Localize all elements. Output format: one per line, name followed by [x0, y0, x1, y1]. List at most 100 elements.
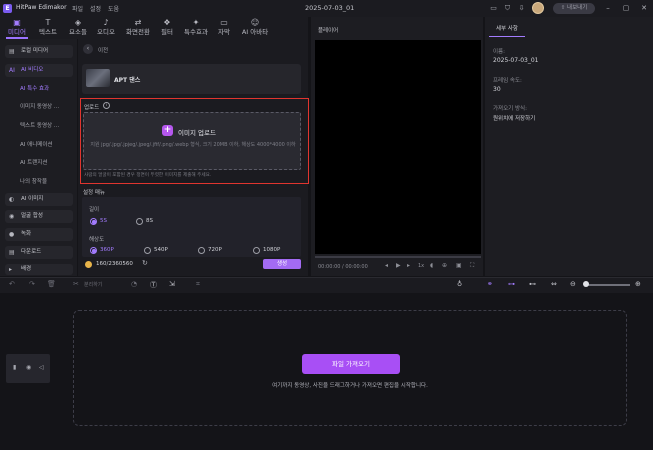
settings-title: 설정 매뉴 — [83, 190, 105, 196]
record-icon: ● — [9, 231, 15, 238]
import-files-button[interactable]: 파일 가져오기 — [302, 354, 400, 374]
sidebar-item-ai-image[interactable]: ◐ AI 이미지 — [5, 193, 73, 206]
resolution-radio-720p[interactable] — [198, 247, 205, 254]
lock-icon[interactable]: ▮ — [13, 364, 16, 371]
media-icon: ▣ — [13, 18, 21, 27]
zoom-in-icon[interactable]: ⊕ — [635, 280, 641, 288]
crop-icon[interactable]: ⌗ — [196, 280, 200, 289]
detail-label-framerate: 프레임 속도: — [493, 78, 522, 84]
close-icon[interactable]: ✕ — [639, 3, 649, 14]
download-icon[interactable]: ⇩ — [516, 3, 527, 14]
sidebar-item-local-media[interactable]: ▤ 로컬 미디어 — [5, 45, 73, 58]
tab-transition[interactable]: ⇄ 화면전환 — [122, 17, 154, 39]
minimize-icon[interactable]: – — [603, 3, 613, 14]
detail-value-name: 2025-07-03_01 — [493, 57, 539, 64]
expand-arrow-icon: ▸ — [9, 266, 13, 273]
fullscreen-icon[interactable]: ⛶ — [470, 262, 474, 270]
sidebar-item-label: 로컬 미디어 — [21, 48, 49, 54]
zoom-out-icon[interactable]: ⊖ — [570, 280, 576, 288]
sidebar-subitem-ai-effects[interactable]: AI 특수 효과 — [20, 84, 49, 92]
prev-frame-icon[interactable]: ◂ — [385, 262, 388, 269]
info-icon[interactable]: i — [103, 102, 110, 109]
menu-help[interactable]: 도움 — [108, 4, 119, 13]
redo-icon[interactable]: ↷ — [29, 280, 35, 288]
tab-filter[interactable]: ❖ 필터 — [157, 17, 177, 39]
sidebar-item-background[interactable]: ▸ 배경 — [5, 264, 73, 275]
mute-icon[interactable]: ◁ — [39, 364, 44, 371]
tab-subtitle[interactable]: ▭ 자막 — [214, 17, 234, 39]
length-radio-5s[interactable] — [90, 218, 97, 225]
tab-media[interactable]: ▣ 미디어 — [4, 17, 30, 39]
tab-audio[interactable]: ♪ 오디오 — [94, 17, 118, 39]
mask-icon[interactable]: ◔ — [131, 280, 137, 288]
upload-face-note: 사람의 얼굴이 포함된 경우 정면이 뚜렷한 이미지를 제출해 주세요. — [84, 173, 212, 178]
cart-icon[interactable]: ⛉ — [502, 3, 513, 14]
menu-settings[interactable]: 설정 — [90, 4, 101, 13]
upload-label: 업로드 — [84, 105, 100, 111]
delete-icon[interactable]: 🗑 — [47, 280, 56, 288]
text-icon: T — [45, 18, 51, 27]
subtitle-tool-icon[interactable]: ⇲ — [169, 280, 175, 288]
split-icon[interactable]: ✂ — [73, 280, 79, 288]
sidebar-subitem-ai-animation[interactable]: AI 애니메이션 — [20, 140, 52, 148]
sidebar-item-download[interactable]: ▤ 다운로드 — [5, 246, 73, 259]
zoom-icon[interactable]: ⊕ — [442, 262, 447, 269]
sidebar-item-face-swap[interactable]: ◉ 얼굴 합성 — [5, 210, 73, 223]
play-icon[interactable]: ▶ — [396, 262, 401, 269]
generate-button[interactable]: 생성 — [263, 259, 301, 269]
face-icon: ◉ — [9, 213, 15, 220]
microphone-icon[interactable]: ♁ — [457, 280, 462, 288]
monitor-icon[interactable]: ▭ — [488, 3, 499, 14]
detail-value-import: 원위치에 저장하기 — [493, 116, 536, 122]
image-icon: ◐ — [9, 196, 15, 203]
sidebar-item-ai-video[interactable]: AI AI 비디오 — [5, 64, 73, 77]
tab-details[interactable]: 세부 사항 — [489, 22, 525, 37]
tab-label: 자막 — [218, 28, 230, 36]
tab-ai-avatar[interactable]: ☺ AI 아바타 — [238, 17, 272, 39]
resolution-radio-1080p[interactable] — [253, 247, 260, 254]
plus-icon[interactable]: + — [162, 125, 173, 136]
length-radio-8s[interactable] — [136, 218, 143, 225]
snapshot-icon[interactable]: ▣ — [456, 262, 462, 269]
tab-label: 요소들 — [69, 28, 87, 36]
length-option-label: 8S — [146, 218, 153, 224]
sidebar-subitem-text-to-video[interactable]: 텍스트 동영상 ... — [20, 121, 59, 129]
link-icon[interactable]: ⚭ — [487, 280, 493, 288]
filter-icon: ❖ — [163, 18, 171, 27]
style-thumbnail — [86, 69, 110, 87]
sidebar-subitem-image-to-video[interactable]: 이미지 동영상 ... — [20, 102, 59, 110]
upload-image-button[interactable]: 이미지 업로드 — [178, 127, 216, 137]
tab-elements[interactable]: ◈ 요소들 — [66, 17, 90, 39]
resolution-radio-540p[interactable] — [144, 247, 151, 254]
next-frame-icon[interactable]: ▸ — [407, 262, 410, 269]
volume-icon[interactable]: ◖ — [430, 262, 433, 269]
resolution-radio-360p[interactable] — [90, 247, 97, 254]
refresh-icon[interactable]: ↻ — [142, 259, 148, 267]
export-button[interactable]: ⇧ 내보내기 — [553, 3, 595, 14]
player-progress-bar[interactable] — [315, 256, 481, 258]
fit-icon[interactable]: ⇔ — [551, 280, 557, 288]
text-tool-icon[interactable]: Ⓣ — [150, 280, 157, 290]
detail-label-name: 이름: — [493, 49, 505, 55]
zoom-slider-knob[interactable] — [583, 281, 589, 287]
undo-icon[interactable]: ↶ — [9, 280, 15, 288]
style-name: APT 댄스 — [114, 77, 141, 84]
maximize-icon[interactable]: ▢ — [621, 3, 631, 14]
tab-text[interactable]: T 텍스트 — [36, 17, 60, 39]
visibility-icon[interactable]: ◉ — [26, 364, 31, 371]
sidebar-subitem-ai-transition[interactable]: AI 트랜지션 — [20, 158, 47, 166]
playback-speed[interactable]: 1x — [418, 263, 424, 269]
magnet-icon[interactable]: ⊶ — [508, 280, 515, 288]
back-button[interactable]: ‹ — [83, 44, 93, 54]
chain-icon[interactable]: ⊷ — [529, 280, 536, 288]
length-option-label: 5S — [100, 218, 107, 224]
menu-file[interactable]: 파일 — [72, 4, 83, 13]
effects-icon: ✦ — [192, 18, 200, 27]
sidebar-item-record[interactable]: ● 녹화 — [5, 228, 73, 241]
player-preview[interactable] — [315, 40, 481, 254]
tab-effects[interactable]: ✦ 특수효과 — [181, 17, 211, 39]
tab-label: 오디오 — [97, 28, 115, 36]
sidebar-subitem-my-creations[interactable]: 나의 창작물 — [20, 177, 47, 185]
avatar[interactable] — [532, 2, 544, 14]
zoom-slider[interactable] — [586, 284, 630, 286]
